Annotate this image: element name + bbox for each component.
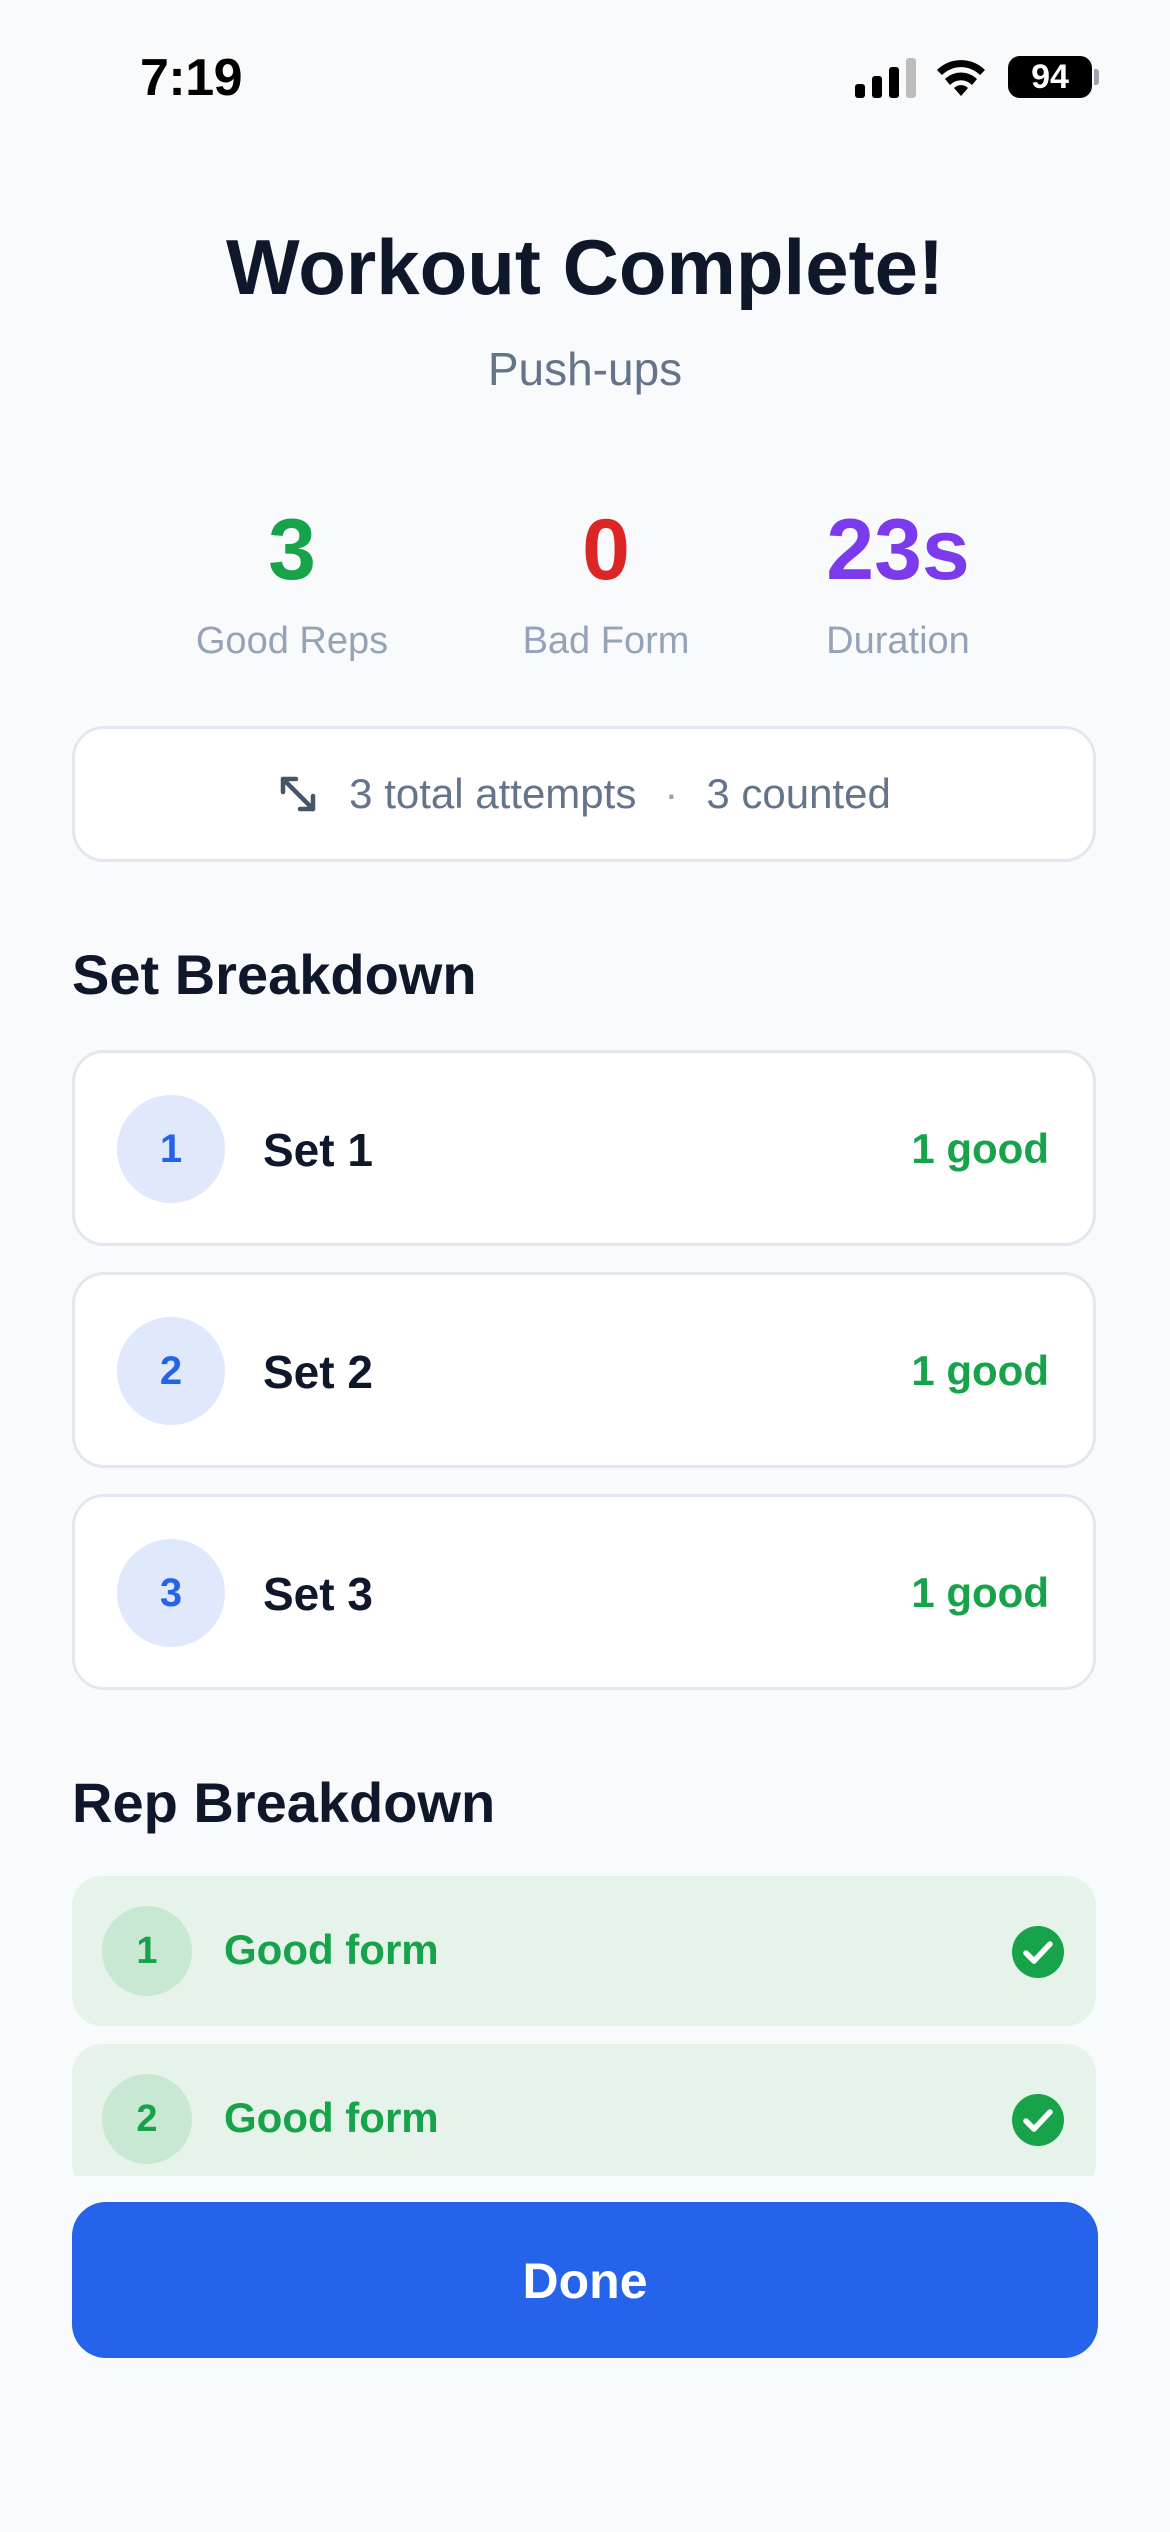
attempts-summary: 3 total attempts · 3 counted [72,726,1096,862]
rep-row: 1 Good form [72,1876,1096,2026]
check-circle-icon [1012,1926,1064,1978]
set-number-badge: 2 [117,1317,225,1425]
bad-form-label: Bad Form [522,620,690,662]
rep-status: Good form [224,2094,439,2141]
set-label: Set 1 [263,1124,373,1176]
done-button[interactable]: Done [72,2202,1098,2358]
exercise-name: Push-ups [487,343,683,395]
stat-bad-form: 0 Bad Form [456,500,756,663]
status-bar: 7:19 94 [0,0,1170,150]
rep-number-badge: 2 [102,2074,192,2164]
set-result: 1 good [911,1125,1049,1172]
status-time: 7:19 [140,49,243,107]
stat-duration: 23s Duration [748,500,1048,663]
diagonal-arrows-icon [280,776,316,812]
set-row[interactable]: 3 Set 3 1 good [72,1494,1096,1690]
duration-value: 23s [826,502,970,598]
battery-tip [1094,69,1099,85]
battery-indicator: 94 [1008,56,1092,98]
rep-number-badge: 1 [102,1906,192,1996]
rep-breakdown-title: Rep Breakdown [72,1771,496,1834]
battery-level: 94 [1031,58,1069,96]
stat-good-reps: 3 Good Reps [142,500,442,663]
set-label: Set 3 [263,1568,373,1620]
good-reps-label: Good Reps [195,620,389,662]
set-row[interactable]: 1 Set 1 1 good [72,1050,1096,1246]
counted-attempts: 3 counted [706,770,891,817]
wifi-icon [937,60,985,96]
good-reps-value: 3 [268,502,316,598]
separator-dot: · [664,770,679,817]
set-label: Set 2 [263,1346,373,1398]
set-result: 1 good [911,1569,1049,1616]
set-number-badge: 1 [117,1095,225,1203]
rep-list[interactable]: 1 Good form 2 Good form [72,1876,1096,2176]
page-title: Workout Complete! [226,223,944,311]
set-result: 1 good [911,1347,1049,1394]
set-row[interactable]: 2 Set 2 1 good [72,1272,1096,1468]
check-circle-icon [1012,2094,1064,2146]
set-breakdown-title: Set Breakdown [72,943,477,1006]
duration-label: Duration [826,620,970,662]
set-number-badge: 3 [117,1539,225,1647]
cellular-signal-icon [855,58,916,98]
bad-form-value: 0 [582,502,630,598]
rep-status: Good form [224,1926,439,1973]
total-attempts: 3 total attempts [349,770,637,817]
rep-row: 2 Good form [72,2044,1096,2176]
